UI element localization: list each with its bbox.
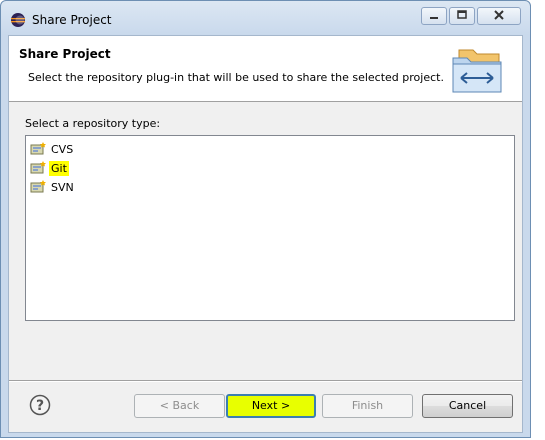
list-item-git[interactable]: Git — [30, 159, 69, 177]
list-item-label: CVS — [51, 142, 74, 156]
shared-folders-icon — [443, 44, 513, 96]
list-item-label: SVN — [51, 180, 74, 194]
help-icon[interactable]: ? — [29, 394, 51, 416]
close-button[interactable] — [477, 7, 521, 25]
wizard-banner: Share Project Select the repository plug… — [9, 36, 522, 102]
list-item-svn[interactable]: SVN — [30, 178, 76, 196]
dialog-content: Share Project Select the repository plug… — [8, 35, 523, 433]
minimize-button[interactable] — [421, 7, 447, 25]
wizard-body: Select a repository type: CVS Git SVN — [9, 102, 522, 380]
banner-title: Share Project — [19, 47, 111, 61]
title-bar[interactable]: Share Project — [1, 1, 530, 35]
repository-type-list[interactable]: CVS Git SVN — [25, 135, 515, 321]
finish-button[interactable]: Finish — [322, 394, 413, 418]
repository-icon — [30, 160, 47, 176]
repository-type-label: Select a repository type: — [25, 117, 161, 130]
svg-text:?: ? — [36, 398, 44, 414]
background-edge — [531, 0, 545, 440]
maximize-button[interactable] — [449, 7, 475, 25]
banner-description: Select the repository plug-in that will … — [28, 71, 444, 84]
button-bar-separator — [9, 380, 522, 382]
list-item-label: Git — [49, 160, 69, 176]
list-item-cvs[interactable]: CVS — [30, 140, 75, 158]
cancel-button[interactable]: Cancel — [422, 394, 513, 418]
next-button[interactable]: Next > — [226, 394, 316, 418]
back-button[interactable]: < Back — [134, 394, 225, 418]
repository-icon — [30, 141, 47, 157]
eclipse-icon — [10, 12, 26, 28]
window-title: Share Project — [32, 13, 112, 27]
share-project-dialog: Share Project Share Project Select the r… — [0, 0, 531, 438]
repository-icon — [30, 179, 47, 195]
